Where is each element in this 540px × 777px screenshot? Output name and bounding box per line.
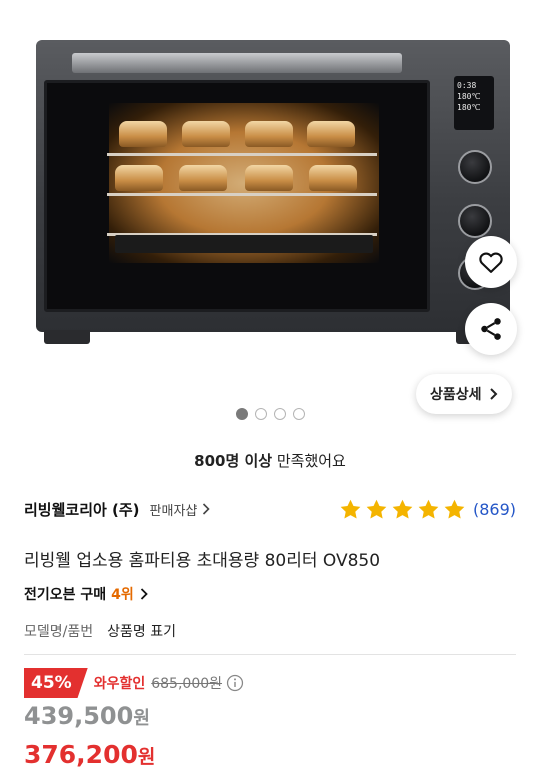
bread	[119, 121, 167, 147]
satisfaction-count: 800명 이상	[194, 452, 273, 470]
oven-display: 0:38 180℃ 180℃	[454, 76, 494, 130]
wishlist-button[interactable]	[465, 236, 517, 288]
chevron-right-icon	[489, 388, 497, 400]
star-icon	[444, 499, 465, 519]
satisfaction-banner: 800명 이상 만족했어요	[0, 450, 540, 471]
star-icon	[366, 499, 387, 519]
original-price: 685,000원	[151, 676, 223, 692]
bread	[309, 165, 357, 191]
seller-name: 리빙웰코리아 (주)	[24, 500, 140, 519]
wow-discount-label: 와우할인	[93, 676, 146, 692]
model-label: 모델명/품번	[24, 624, 94, 640]
model-value: 상품명 표기	[107, 624, 176, 640]
carousel-indicator	[0, 408, 540, 420]
info-icon[interactable]	[226, 674, 244, 692]
product-image[interactable]: 0:38 180℃ 180℃	[0, 0, 540, 395]
heart-icon	[479, 252, 503, 273]
chevron-right-icon	[203, 503, 211, 515]
product-detail-label: 상품상세	[430, 387, 482, 403]
oven-window	[44, 80, 430, 312]
review-count[interactable]: (869)	[473, 500, 516, 519]
discount-badge: 45%	[24, 668, 88, 698]
star-icon	[340, 499, 361, 519]
bread	[245, 165, 293, 191]
carousel-dot-active[interactable]	[235, 408, 248, 420]
final-price-unit: 원	[137, 746, 156, 768]
carousel-dot[interactable]	[273, 408, 286, 420]
category-rank-link[interactable]: 전기오븐 구매 4위	[24, 584, 149, 604]
rating-stars[interactable]: (869)	[339, 498, 516, 521]
chevron-right-icon	[140, 588, 148, 600]
baking-tray	[115, 235, 373, 253]
wow-price-value: 439,500	[24, 702, 134, 730]
final-price: 376,200원	[24, 740, 155, 769]
share-icon	[481, 318, 501, 340]
bread	[245, 121, 293, 147]
oven-knob	[458, 150, 492, 184]
wow-price: 439,500원	[24, 702, 150, 730]
bread	[115, 165, 163, 191]
bread	[179, 165, 227, 191]
rank-category: 전기오븐 구매	[24, 587, 107, 603]
bread	[182, 121, 230, 147]
star-icon	[392, 499, 413, 519]
seller-row: 리빙웰코리아 (주) 판매자샵 (869)	[24, 496, 516, 522]
wow-price-unit: 원	[133, 708, 150, 729]
discount-row: 45% 와우할인 685,000원	[24, 668, 244, 698]
divider	[24, 654, 516, 655]
bread	[307, 121, 355, 147]
seller-shop-link[interactable]: 판매자샵	[150, 500, 212, 519]
final-price-value: 376,200	[24, 740, 138, 769]
oven-rack	[107, 153, 377, 156]
star-icon	[418, 499, 439, 519]
oven-rack	[107, 193, 377, 196]
product-title: 리빙웰 업소용 홈파티용 초대용량 80리터 OV850	[24, 551, 381, 571]
rank-value: 4위	[111, 587, 134, 603]
carousel-dot[interactable]	[292, 408, 305, 420]
satisfaction-text: 만족했어요	[272, 452, 346, 470]
model-info: 모델명/품번 상품명 표기	[24, 621, 176, 641]
carousel-dot[interactable]	[254, 408, 267, 420]
oven-knob	[458, 204, 492, 238]
share-button[interactable]	[465, 303, 517, 355]
seller-shop-label: 판매자샵	[149, 503, 198, 519]
oven-handle	[72, 53, 402, 73]
